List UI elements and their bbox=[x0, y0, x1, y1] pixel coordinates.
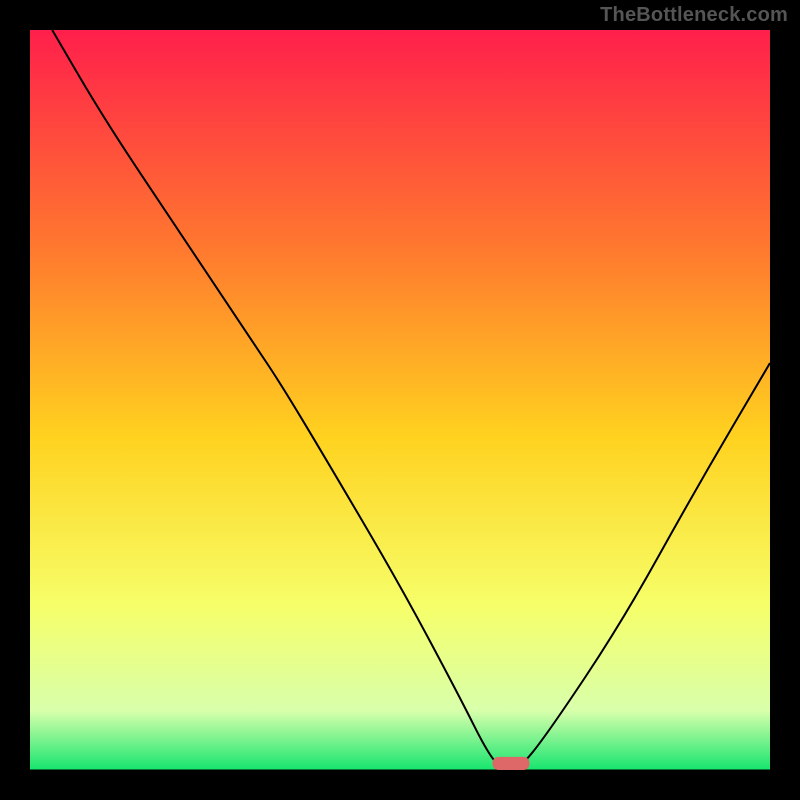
optimal-marker bbox=[493, 757, 530, 770]
watermark-text: TheBottleneck.com bbox=[600, 4, 788, 27]
gradient-background bbox=[30, 30, 770, 770]
chart-svg bbox=[30, 30, 770, 770]
chart-container: TheBottleneck.com bbox=[0, 0, 800, 800]
plot-area bbox=[30, 30, 770, 770]
